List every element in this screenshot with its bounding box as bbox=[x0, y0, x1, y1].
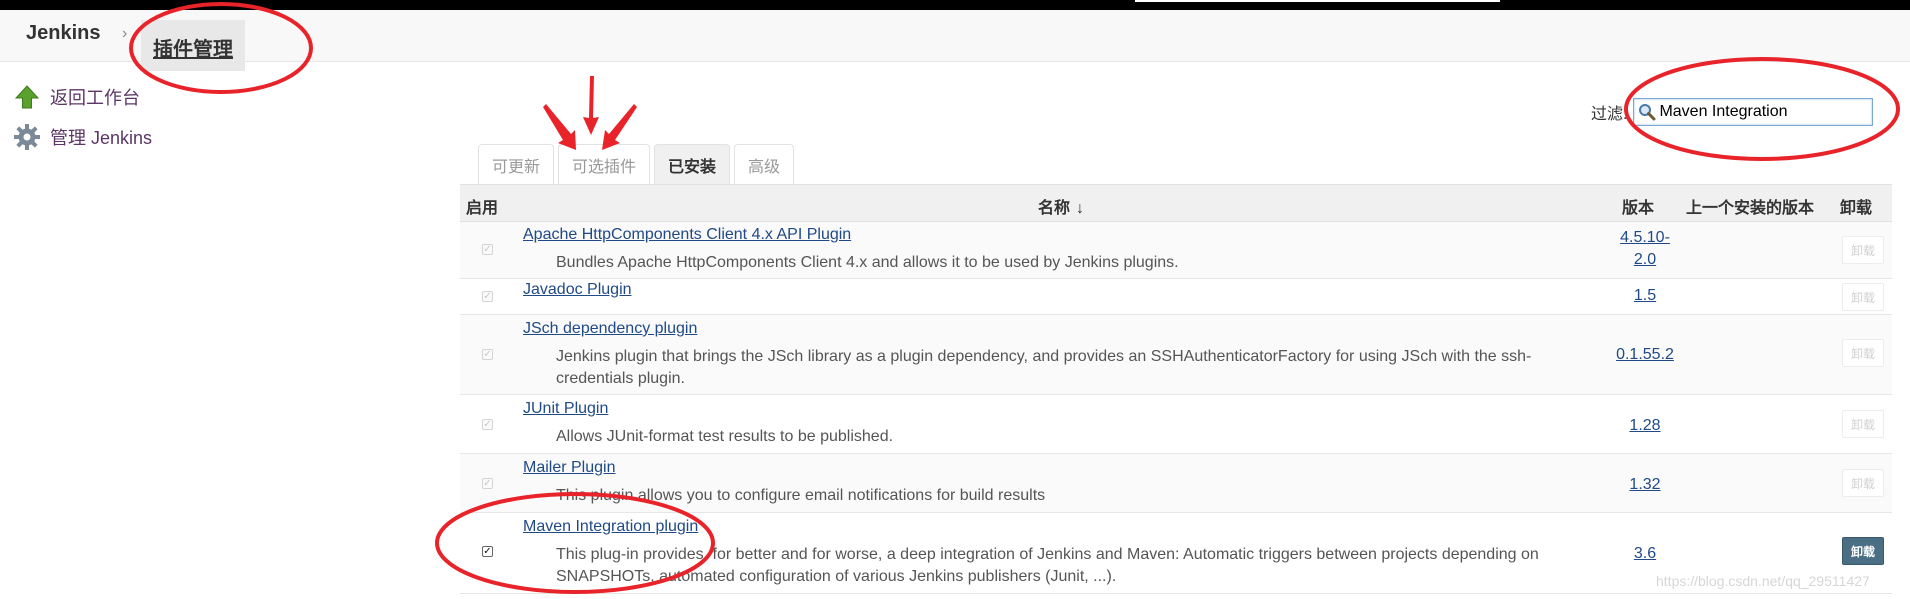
plugin-name-link[interactable]: Apache HttpComponents Client 4.x API Plu… bbox=[523, 226, 851, 244]
plugin-version-link[interactable]: 4.5.10-2.0 bbox=[1618, 227, 1672, 271]
plugin-name-link[interactable]: JSch dependency plugin bbox=[523, 320, 697, 338]
column-header-enabled: 启用 bbox=[466, 200, 499, 217]
breadcrumb-plugin-manager-label: 插件管理 bbox=[153, 39, 233, 61]
uninstall-button[interactable]: 卸载 bbox=[1842, 469, 1884, 497]
enable-checkbox[interactable]: ✓ bbox=[482, 419, 493, 430]
breadcrumb-current-item[interactable]: 插件管理 bbox=[141, 20, 245, 71]
breadcrumb-jenkins-link[interactable]: Jenkins bbox=[26, 22, 100, 45]
table-row: ✓ Javadoc Plugin 1.5 卸载 bbox=[460, 279, 1892, 315]
tab-advanced[interactable]: 高级 bbox=[734, 144, 795, 184]
sort-arrow-icon: ↓ bbox=[1076, 200, 1085, 217]
enable-checkbox[interactable]: ✓ bbox=[482, 244, 493, 255]
plugin-name-link[interactable]: JUnit Plugin bbox=[523, 400, 608, 418]
table-row: ✓ JSch dependency plugin Jenkins plugin … bbox=[460, 315, 1892, 395]
plugin-version-link[interactable]: 1.5 bbox=[1610, 285, 1680, 307]
tab-available[interactable]: 可选插件 bbox=[558, 144, 651, 184]
uninstall-button[interactable]: 卸载 bbox=[1842, 283, 1884, 311]
sidebar-item-manage-jenkins[interactable]: 管理 Jenkins bbox=[12, 122, 152, 152]
enable-checkbox[interactable]: ✓ bbox=[482, 546, 493, 557]
breadcrumb-separator: › bbox=[122, 25, 128, 42]
search-icon bbox=[1639, 104, 1656, 121]
plugin-name-link[interactable]: Maven Integration plugin bbox=[523, 518, 698, 536]
watermark: https://blog.csdn.net/qq_29511427 bbox=[1656, 573, 1870, 589]
tab-bar: 可更新 可选插件 已安装 高级 bbox=[478, 144, 798, 184]
column-header-name[interactable]: 名称 ↓ bbox=[1038, 194, 1084, 218]
table-row: ✓ Apache HttpComponents Client 4.x API P… bbox=[460, 222, 1892, 279]
plugin-version-link[interactable]: 1.32 bbox=[1610, 474, 1680, 496]
tab-updates[interactable]: 可更新 bbox=[478, 144, 555, 184]
installed-plugins-table: 启用 名称 ↓ 版本 上一个安装的版本 卸载 ✓ Apache HttpCompo… bbox=[460, 184, 1892, 594]
sidebar-item-back-to-dashboard[interactable]: 返回工作台 bbox=[12, 82, 140, 112]
sidebar-item-label: 返回工作台 bbox=[50, 88, 140, 108]
column-header-previous-version: 上一个安装的版本 bbox=[1686, 200, 1815, 217]
filter-bar: 过滤: bbox=[1591, 98, 1874, 126]
annotation-arrows bbox=[543, 76, 637, 150]
plugin-version-link[interactable]: 1.28 bbox=[1610, 415, 1680, 437]
plugin-name-link[interactable]: Javadoc Plugin bbox=[523, 281, 632, 299]
sidebar-item-label: 管理 Jenkins bbox=[50, 128, 153, 148]
plugin-description: Jenkins plugin that brings the JSch libr… bbox=[556, 348, 1532, 387]
filter-input[interactable] bbox=[1657, 103, 1872, 121]
breadcrumb: Jenkins › 插件管理 bbox=[0, 10, 1910, 71]
plugin-description: Allows JUnit-format test results to be p… bbox=[556, 428, 894, 445]
column-header-uninstall: 卸载 bbox=[1840, 200, 1873, 217]
up-arrow-icon bbox=[12, 82, 42, 112]
table-row: ✓ JUnit Plugin Allows JUnit-format test … bbox=[460, 395, 1892, 454]
uninstall-button[interactable]: 卸载 bbox=[1842, 410, 1884, 438]
uninstall-button[interactable]: 卸载 bbox=[1842, 537, 1884, 565]
plugin-description: This plug-in provides, for better and fo… bbox=[556, 546, 1539, 585]
uninstall-button[interactable]: 卸载 bbox=[1842, 339, 1884, 367]
column-header-name-label: 名称 bbox=[1038, 200, 1071, 217]
top-black-bar bbox=[0, 0, 1910, 10]
enable-checkbox[interactable]: ✓ bbox=[482, 291, 493, 302]
plugin-description: This plugin allows you to configure emai… bbox=[556, 487, 1046, 504]
enable-checkbox[interactable]: ✓ bbox=[482, 349, 493, 360]
table-header: 启用 名称 ↓ 版本 上一个安装的版本 卸载 bbox=[460, 185, 1892, 222]
plugin-version-link[interactable]: 3.6 bbox=[1610, 543, 1680, 565]
gear-icon bbox=[12, 122, 42, 152]
filter-label: 过滤: bbox=[1591, 106, 1628, 123]
filter-box bbox=[1633, 98, 1874, 126]
enable-checkbox[interactable]: ✓ bbox=[482, 478, 493, 489]
table-row: ✓ Mailer Plugin This plugin allows you t… bbox=[460, 454, 1892, 513]
plugin-version-link[interactable]: 0.1.55.2 bbox=[1610, 344, 1680, 366]
tab-installed[interactable]: 已安装 bbox=[654, 144, 731, 184]
plugin-name-link[interactable]: Mailer Plugin bbox=[523, 459, 615, 477]
column-header-version[interactable]: 版本 bbox=[1622, 194, 1654, 218]
plugin-description: Bundles Apache HttpComponents Client 4.x… bbox=[556, 254, 1179, 271]
uninstall-button[interactable]: 卸载 bbox=[1842, 236, 1884, 264]
